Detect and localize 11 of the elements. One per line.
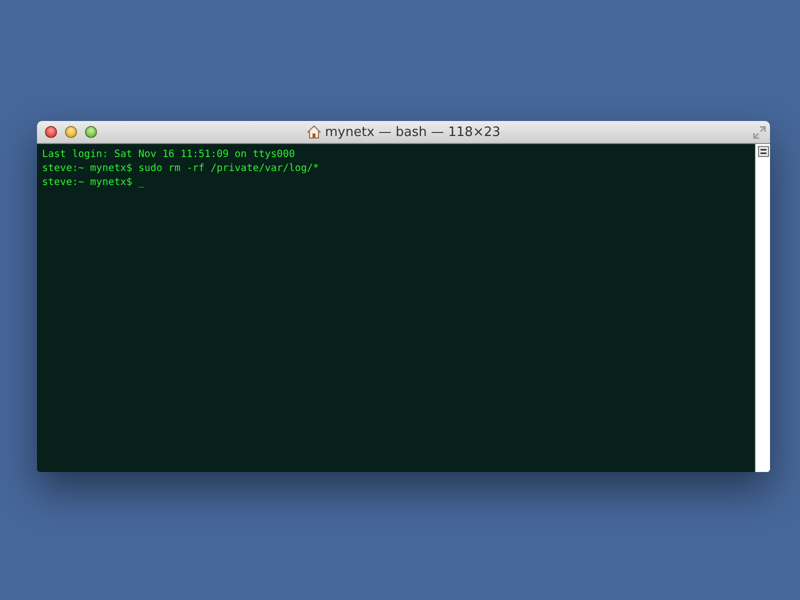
scrollbar[interactable] [755, 144, 770, 472]
close-button[interactable] [45, 126, 57, 138]
zoom-button[interactable] [85, 126, 97, 138]
terminal-line: steve:~ mynetx$ sudo rm -rf /private/var/log/* [42, 162, 320, 176]
terminal-line: steve:~ mynetx$ _ [42, 176, 146, 190]
fullscreen-icon[interactable] [753, 126, 766, 138]
minimize-button[interactable] [65, 126, 77, 138]
terminal-line: Last login: Sat Nov 16 11:51:09 on ttys000 [42, 148, 296, 162]
window-title: mynetx — bash — 118×23 [325, 124, 500, 140]
house-icon [307, 125, 321, 139]
split-pane-icon[interactable] [758, 146, 768, 157]
